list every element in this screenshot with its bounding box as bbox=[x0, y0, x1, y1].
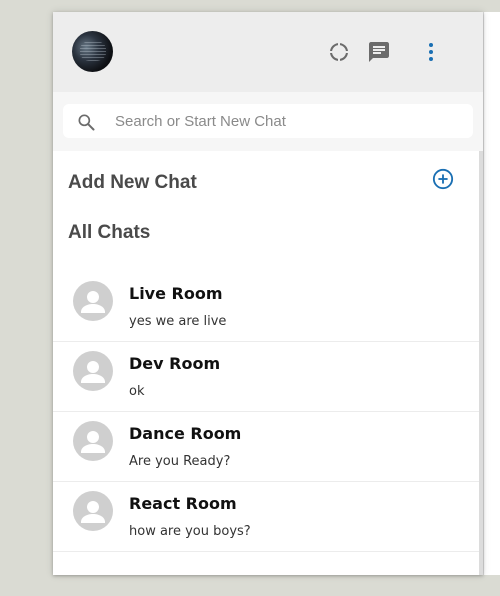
chat-last-message: how are you boys? bbox=[129, 524, 251, 539]
new-chat-icon[interactable] bbox=[367, 40, 391, 64]
background-strip bbox=[483, 12, 500, 575]
menu-icon[interactable] bbox=[419, 40, 443, 64]
search-icon bbox=[78, 114, 95, 131]
all-chats-heading: All Chats bbox=[68, 222, 151, 243]
search-box bbox=[63, 104, 473, 138]
avatar bbox=[73, 281, 113, 321]
add-new-chat-label[interactable]: Add New Chat bbox=[68, 172, 197, 194]
scrollbar[interactable] bbox=[479, 151, 483, 575]
search-bar bbox=[53, 92, 483, 151]
search-input[interactable] bbox=[115, 104, 465, 138]
chat-name: React Room bbox=[129, 494, 237, 513]
chat-item-dev-room[interactable]: Dev Room ok bbox=[53, 341, 479, 412]
avatar bbox=[73, 421, 113, 461]
chat-last-message: Are you Ready? bbox=[129, 454, 231, 469]
user-avatar-icon bbox=[81, 501, 105, 523]
chat-sidebar: Add New Chat All Chats Live Room yes we … bbox=[53, 12, 483, 575]
chat-name: Dance Room bbox=[129, 424, 242, 443]
chat-last-message: yes we are live bbox=[129, 314, 227, 329]
avatar bbox=[73, 351, 113, 391]
status-icon[interactable] bbox=[327, 40, 351, 64]
user-avatar-icon bbox=[81, 431, 105, 453]
chat-name: Dev Room bbox=[129, 354, 221, 373]
chat-list-panel: Add New Chat All Chats Live Room yes we … bbox=[53, 151, 483, 575]
chat-item-react-room[interactable]: React Room how are you boys? bbox=[53, 481, 479, 552]
chat-item-live-room[interactable]: Live Room yes we are live bbox=[53, 271, 479, 342]
avatar bbox=[73, 491, 113, 531]
add-circle-icon[interactable] bbox=[432, 168, 454, 190]
sidebar-header bbox=[53, 12, 483, 92]
user-avatar-icon bbox=[81, 291, 105, 313]
profile-avatar[interactable] bbox=[72, 31, 113, 72]
chat-item-dance-room[interactable]: Dance Room Are you Ready? bbox=[53, 411, 479, 482]
user-avatar-icon bbox=[81, 361, 105, 383]
chat-name: Live Room bbox=[129, 284, 223, 303]
chat-last-message: ok bbox=[129, 384, 145, 399]
